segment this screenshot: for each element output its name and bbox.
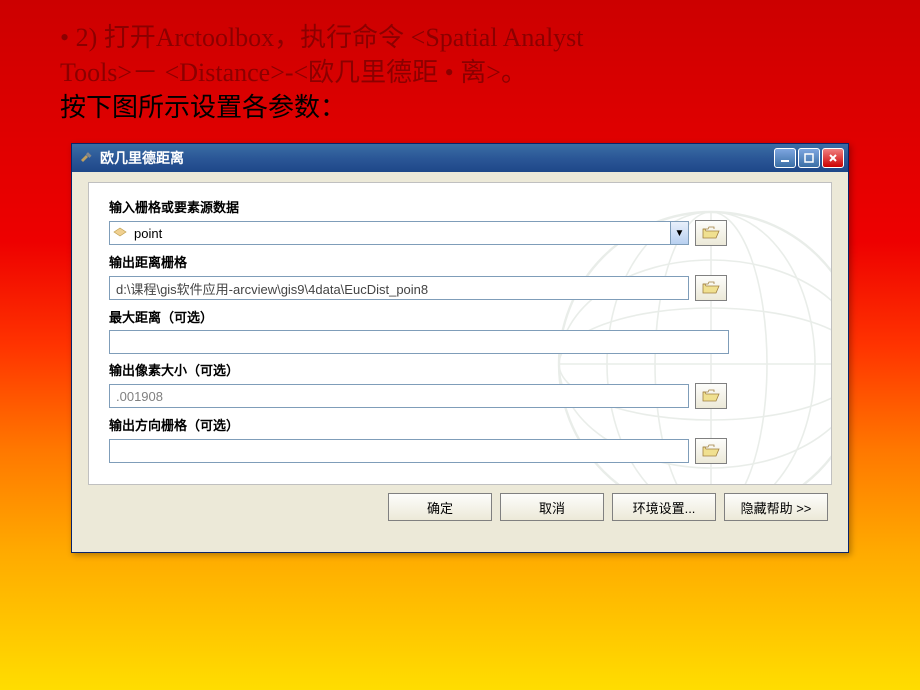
environment-settings-button[interactable]: 环境设置... xyxy=(612,493,716,521)
output-distance-input[interactable] xyxy=(109,276,689,300)
folder-open-icon xyxy=(702,444,720,458)
ok-button[interactable]: 确定 xyxy=(388,493,492,521)
hide-help-button[interactable]: 隐藏帮助 >> xyxy=(724,493,828,521)
form-panel: 输入栅格或要素源数据 point ▼ 输出距离栅格 xyxy=(88,182,832,485)
folder-open-icon xyxy=(702,226,720,240)
output-direction-input[interactable] xyxy=(109,439,689,463)
input-source-value: point xyxy=(130,226,670,241)
output-cellsize-input[interactable] xyxy=(109,384,689,408)
maximize-button[interactable] xyxy=(798,148,820,168)
close-icon xyxy=(828,153,838,163)
chevron-down-icon[interactable]: ▼ xyxy=(670,222,688,244)
slide-instruction-text: • 2) 打开Arctoolbox，执行命令 <Spatial Analyst … xyxy=(0,0,920,135)
minimize-icon xyxy=(780,153,790,163)
output-direction-label: 输出方向栅格（可选） xyxy=(109,415,811,434)
layer-icon xyxy=(110,224,130,242)
dialog-body: 输入栅格或要素源数据 point ▼ 输出距离栅格 xyxy=(72,172,848,552)
output-cellsize-label: 输出像素大小（可选） xyxy=(109,360,811,379)
cancel-button[interactable]: 取消 xyxy=(500,493,604,521)
minimize-button[interactable] xyxy=(774,148,796,168)
input-source-combo[interactable]: point ▼ xyxy=(109,221,689,245)
dialog-titlebar[interactable]: 欧几里德距离 xyxy=(72,144,848,172)
input-source-label: 输入栅格或要素源数据 xyxy=(109,197,811,216)
browse-input-source-button[interactable] xyxy=(695,220,727,246)
dialog-button-row: 确定 取消 环境设置... 隐藏帮助 >> xyxy=(88,485,832,523)
browse-output-distance-button[interactable] xyxy=(695,275,727,301)
instruction-line1b: Tools>－ <Distance>-<欧几里德距 • 离>。 xyxy=(60,58,527,87)
instruction-line2: 按下图所示设置各参数： xyxy=(60,90,880,125)
dialog-title: 欧几里德距离 xyxy=(100,148,184,168)
browse-cellsize-button[interactable] xyxy=(695,383,727,409)
max-distance-label: 最大距离（可选） xyxy=(109,307,811,326)
folder-open-icon xyxy=(702,281,720,295)
close-button[interactable] xyxy=(822,148,844,168)
euclidean-distance-dialog: 欧几里德距离 输入栅格或要素源数据 xyxy=(71,143,849,553)
browse-output-direction-button[interactable] xyxy=(695,438,727,464)
hammer-icon xyxy=(78,150,94,166)
instruction-line1a: • 2) 打开Arctoolbox，执行命令 <Spatial Analyst xyxy=(60,23,584,52)
maximize-icon xyxy=(804,153,814,163)
output-distance-label: 输出距离栅格 xyxy=(109,252,811,271)
max-distance-input[interactable] xyxy=(109,330,729,354)
folder-open-icon xyxy=(702,389,720,403)
